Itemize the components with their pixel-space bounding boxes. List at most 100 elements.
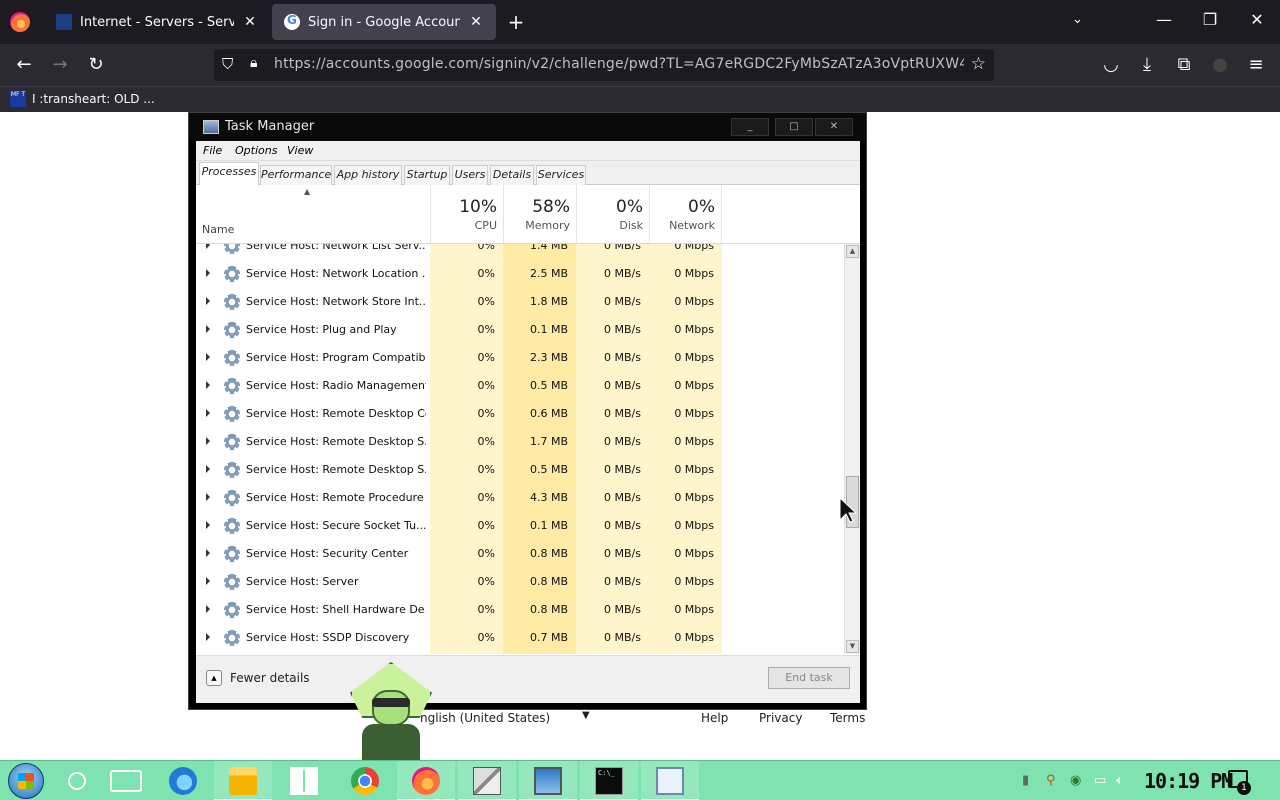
taskbar-chrome[interactable]	[336, 761, 394, 800]
bookmark-star-icon[interactable]: ☆	[971, 54, 986, 74]
search-icon[interactable]	[68, 772, 86, 790]
expand-arrow-icon[interactable]	[206, 521, 210, 529]
lock-icon[interactable]: 🔒︎	[250, 55, 257, 71]
menu-view[interactable]: View	[287, 144, 313, 157]
process-row[interactable]: Service Host: Network List Serv... 0% 1.4 …	[196, 244, 844, 260]
firefox-icon[interactable]	[10, 12, 30, 32]
expand-arrow-icon[interactable]	[206, 605, 210, 613]
list-all-tabs-icon[interactable]: ⌄	[1072, 12, 1083, 27]
taskbar-command-prompt[interactable]: C:\_	[580, 761, 638, 800]
column-disk[interactable]: 0% Disk	[576, 185, 649, 243]
pocket-icon[interactable]: ◡	[1100, 54, 1122, 76]
fewer-details-link[interactable]: Fewer details	[230, 671, 310, 685]
close-icon[interactable]: ✕	[815, 118, 853, 136]
process-row[interactable]: Service Host: Program Compatibi... 0% 2.3 …	[196, 344, 844, 372]
tab-google-sign-in[interactable]: Sign in - Google Accounts ✕	[272, 4, 496, 40]
task-view-icon[interactable]	[110, 770, 142, 792]
expand-arrow-icon[interactable]	[206, 269, 210, 277]
hamburger-menu-icon[interactable]: ≡	[1245, 54, 1267, 76]
tab-details[interactable]: Details	[490, 165, 534, 185]
expand-arrow-icon[interactable]	[206, 325, 210, 333]
process-row[interactable]: Service Host: Security Center 0% 0.8 MB 0 M…	[196, 540, 844, 568]
process-row[interactable]: Service Host: Server 0% 0.8 MB 0 MB/s 0 Mbps	[196, 568, 844, 596]
reload-icon[interactable]: ↻	[85, 54, 107, 76]
tray-search-icon[interactable]: ⚲	[1046, 773, 1056, 788]
vertical-scrollbar[interactable]: ▲ ▼	[844, 244, 860, 654]
process-row[interactable]: Service Host: Remote Desktop S... 0% 1.7 M…	[196, 428, 844, 456]
process-row[interactable]: Service Host: Remote Desktop Co... 0% 0.6 …	[196, 400, 844, 428]
volume-icon[interactable]: 🔈︎	[1116, 773, 1124, 788]
taskbar-network-app[interactable]	[458, 761, 516, 800]
tab-users[interactable]: Users	[452, 165, 488, 185]
account-icon[interactable]: ●	[1209, 54, 1231, 76]
expand-arrow-icon[interactable]	[206, 549, 210, 557]
taskbar-firefox[interactable]	[397, 761, 455, 800]
expand-arrow-icon[interactable]	[206, 381, 210, 389]
expand-arrow-icon[interactable]	[206, 465, 210, 473]
restore-window-icon[interactable]: ❐	[1198, 10, 1222, 29]
column-name[interactable]: Name	[202, 223, 234, 236]
close-tab-icon[interactable]: ✕	[242, 14, 258, 30]
expand-arrow-icon[interactable]	[206, 577, 210, 585]
process-row[interactable]: Service Host: Radio Management... 0% 0.5 M…	[196, 372, 844, 400]
maximize-icon[interactable]: □	[775, 118, 813, 136]
close-tab-icon[interactable]: ✕	[468, 14, 484, 30]
taskbar-task-manager[interactable]	[641, 761, 699, 800]
process-row[interactable]: Service Host: Remote Desktop S... 0% 0.5 M…	[196, 456, 844, 484]
tray-display-icon[interactable]: ▭	[1094, 773, 1106, 788]
expand-arrow-icon[interactable]	[206, 409, 210, 417]
minimize-icon[interactable]: _	[731, 118, 769, 136]
downloads-icon[interactable]: ⤓	[1136, 54, 1158, 76]
back-arrow-icon[interactable]: ←	[13, 54, 35, 76]
process-row[interactable]: Service Host: Plug and Play 0% 0.1 MB 0 MB/…	[196, 316, 844, 344]
taskbar-remote-desktop[interactable]	[519, 761, 577, 800]
new-tab-button[interactable]: +	[504, 10, 528, 34]
tab-app-history[interactable]: App history	[334, 165, 402, 185]
menu-file[interactable]: File	[203, 144, 222, 157]
tab-services[interactable]: Services	[536, 165, 586, 185]
tray-network-icon[interactable]: ◉	[1070, 773, 1081, 788]
expand-arrow-icon[interactable]	[206, 297, 210, 305]
forward-arrow-icon[interactable]: →	[49, 54, 71, 76]
privacy-link[interactable]: Privacy	[759, 711, 802, 725]
end-task-button[interactable]: End task	[768, 667, 850, 689]
scroll-down-icon[interactable]: ▼	[846, 640, 859, 653]
bookmark-item[interactable]: MF T I :transheart: OLD ...	[10, 91, 155, 107]
column-network[interactable]: 0% Network	[649, 185, 722, 243]
taskbar-file-explorer[interactable]	[214, 761, 272, 800]
expand-arrow-icon[interactable]	[206, 493, 210, 501]
column-cpu[interactable]: 10% CPU	[430, 185, 503, 243]
minimize-window-icon[interactable]: —	[1152, 10, 1176, 29]
help-link[interactable]: Help	[701, 711, 728, 725]
url-text[interactable]: https://accounts.google.com/signin/v2/ch…	[274, 56, 964, 72]
expand-arrow-icon[interactable]	[206, 633, 210, 641]
menu-options[interactable]: Options	[235, 144, 277, 157]
close-window-icon[interactable]: ✕	[1245, 10, 1269, 29]
url-bar[interactable]: ⛉ 🔒︎ https://accounts.google.com/signin/…	[214, 49, 994, 81]
task-manager-titlebar[interactable]: Task Manager _ □ ✕	[189, 113, 866, 141]
start-button[interactable]	[8, 763, 44, 799]
collapse-chevron-icon[interactable]: ▲	[206, 670, 222, 686]
expand-arrow-icon[interactable]	[206, 353, 210, 361]
tab-internet-servers[interactable]: Internet - Servers - Server ✕	[44, 0, 270, 44]
extensions-icon[interactable]: ⧉	[1173, 54, 1195, 76]
process-row[interactable]: Service Host: Network Store Int... 0% 1.8 …	[196, 288, 844, 316]
column-memory[interactable]: 58% Memory	[503, 185, 576, 243]
tab-processes[interactable]: Processes	[199, 162, 259, 185]
process-row[interactable]: Service Host: Network Location ... 0% 2.5 …	[196, 260, 844, 288]
tracking-shield-icon[interactable]: ⛉	[222, 55, 233, 73]
process-row[interactable]: Service Host: SSDP Discovery 0% 0.7 MB 0 MB…	[196, 624, 844, 652]
taskbar-edge[interactable]	[154, 761, 212, 800]
scroll-up-icon[interactable]: ▲	[846, 245, 859, 258]
process-row[interactable]: Service Host: Remote Procedure ... 0% 4.3 …	[196, 484, 844, 512]
tray-tablet-icon[interactable]: ▮	[1022, 773, 1029, 788]
tab-startup[interactable]: Startup	[404, 165, 450, 185]
process-row[interactable]: Service Host: Secure Socket Tu... 0% 0.1 M…	[196, 512, 844, 540]
tab-performance[interactable]: Performance	[260, 165, 332, 185]
expand-arrow-icon[interactable]	[206, 437, 210, 445]
expand-arrow-icon[interactable]	[206, 244, 210, 249]
terms-link[interactable]: Terms	[830, 711, 865, 725]
taskbar-store[interactable]	[275, 761, 333, 800]
language-selector[interactable]: nglish (United States) ▼	[420, 710, 590, 725]
process-row[interactable]: Service Host: Shell Hardware De... 0% 0.8 …	[196, 596, 844, 624]
